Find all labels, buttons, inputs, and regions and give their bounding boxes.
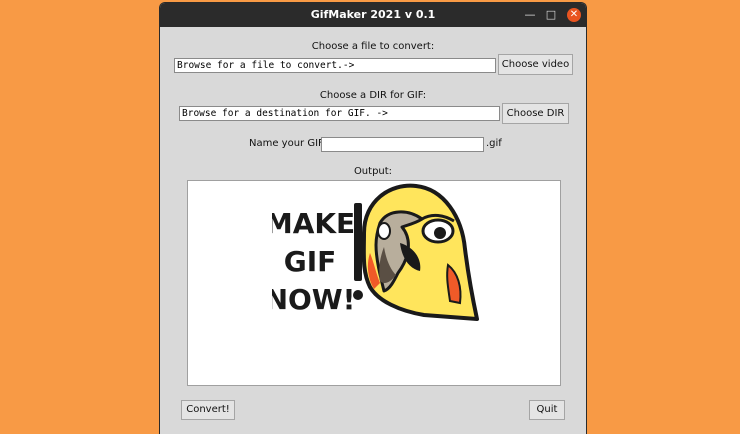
- convert-button[interactable]: Convert!: [181, 400, 235, 420]
- output-label: Output:: [353, 166, 393, 177]
- gif-suffix-label: .gif: [486, 138, 502, 149]
- logo-word-3: NOW!: [272, 283, 355, 316]
- title-bar[interactable]: GifMaker 2021 v 0.1 — □ ✕: [160, 3, 586, 27]
- dir-label: Choose a DIR for GIF:: [319, 90, 427, 101]
- gif-name-input[interactable]: [321, 137, 484, 152]
- logo-word-2: GIF: [284, 245, 337, 278]
- make-gif-now-parrot-logo: MAKE GIF NOW!: [272, 183, 479, 321]
- dir-path-input[interactable]: Browse for a destination for GIF. ->: [179, 106, 500, 121]
- parrot-icon: [361, 183, 479, 321]
- logo-word-1: MAKE: [272, 207, 355, 240]
- minimize-icon[interactable]: —: [523, 8, 537, 22]
- choose-dir-button[interactable]: Choose DIR: [502, 103, 569, 124]
- quit-button[interactable]: Quit: [529, 400, 565, 420]
- maximize-icon[interactable]: □: [544, 8, 558, 22]
- file-label: Choose a file to convert:: [311, 41, 435, 52]
- gifmaker-window: GifMaker 2021 v 0.1 — □ ✕ Choose a file …: [159, 2, 587, 434]
- choose-video-button[interactable]: Choose video: [498, 54, 573, 75]
- close-icon[interactable]: ✕: [567, 8, 581, 22]
- file-path-input[interactable]: Browse for a file to convert.->: [174, 58, 496, 73]
- gif-name-label: Name your GIF:: [249, 138, 327, 149]
- output-preview: MAKE GIF NOW!: [187, 180, 561, 386]
